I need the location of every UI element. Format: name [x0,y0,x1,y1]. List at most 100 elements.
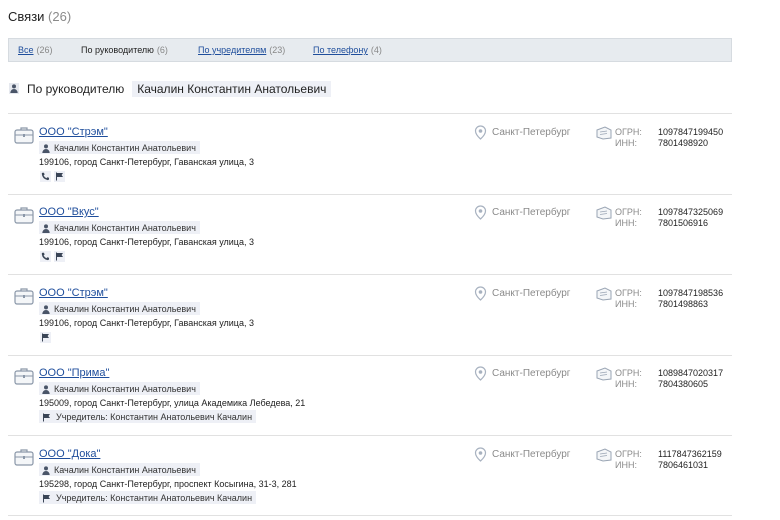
company-name-link[interactable]: ООО "Стрэм" [39,126,108,138]
marker-icons [40,331,51,343]
inn-label: ИНН: [615,218,637,228]
ogrn-label: ОГРН: [615,288,642,298]
phone-icon[interactable] [40,250,51,262]
divider [8,515,732,516]
founder-text: Учредитель: Константин Анатольевич Качал… [56,493,253,503]
registry-labels: ОГРН: ИНН: [615,207,642,229]
briefcase-icon [14,367,34,385]
tab-count: (23) [269,45,286,55]
briefcase-icon [14,448,34,466]
phone-icon[interactable] [40,170,51,182]
filter-value: Качалин Константин Анатольевич [132,80,332,97]
tab-label[interactable]: По руководителю [81,45,154,55]
registry-values: 1097847198536 7801498863 [658,288,723,310]
registry-values: 1089847020317 7804380605 [658,368,723,390]
registry-labels: ОГРН: ИНН: [615,368,642,390]
tab-by-founders[interactable]: По учредителям (23) [198,45,285,55]
director-name: Качалин Константин Анатольевич [54,304,196,314]
director-name: Качалин Константин Анатольевич [54,465,196,475]
page-title: Связи (26) [8,9,71,24]
company-address: 195009, город Санкт-Петербург, улица Ака… [39,398,306,408]
page-title-count: (26) [48,9,72,24]
company-entry: ООО "Стрэм" Качалин Константин Анатольев… [8,114,732,194]
ogrn-value: 1097847199450 [658,127,724,137]
founder-text: Учредитель: Константин Анатольевич Качал… [56,412,253,422]
registry-labels: ОГРН: ИНН: [615,449,642,471]
city-name: Санкт-Петербург [492,127,571,138]
company-entry: ООО "Стрэм" Качалин Константин Анатольев… [8,275,732,355]
city: Санкт-Петербург [474,205,570,220]
director-tag[interactable]: Качалин Константин Анатольевич [39,221,200,234]
location-pin-icon [474,125,487,140]
director-name: Качалин Константин Анатольевич [54,223,196,233]
flag-icon[interactable] [54,170,65,182]
company-entry: ООО "Дока" Качалин Константин Анатольеви… [8,436,732,516]
inn-value: 7804380605 [658,379,709,389]
founder-tag[interactable]: Учредитель: Константин Анатольевич Качал… [39,491,257,504]
ogrn-label: ОГРН: [615,127,642,137]
registry-values: 1117847362159 7806461031 [658,449,722,471]
location-pin-icon [474,366,487,381]
director-tag[interactable]: Качалин Константин Анатольевич [39,463,200,476]
location-pin-icon [474,447,487,462]
flag-icon [43,413,50,421]
company-address: 199106, город Санкт-Петербург, Гаванская… [39,318,254,328]
city: Санкт-Петербург [474,366,570,381]
ogrn-value: 1117847362159 [658,449,722,459]
company-name-link[interactable]: ООО "Стрэм" [39,287,108,299]
company-address: 199106, город Санкт-Петербург, Гаванская… [39,237,254,247]
inn-value: 7801506916 [658,218,709,228]
director-name: Качалин Константин Анатольевич [54,143,196,153]
registry-values: 1097847325069 7801506916 [658,207,723,229]
tab-count: (4) [370,45,382,55]
city-name: Санкт-Петербург [492,207,571,218]
director-tag[interactable]: Качалин Константин Анатольевич [39,302,200,315]
company-entry: ООО "Вкус" Качалин Константин Анатольеви… [8,194,732,274]
tab-label[interactable]: По учредителям [198,45,266,55]
registration-doc-icon [596,448,612,462]
company-address: 195298, город Санкт-Петербург, проспект … [39,479,297,489]
ogrn-value: 1089847020317 [658,368,724,378]
company-name-link[interactable]: ООО "Дока" [39,448,100,460]
flag-icon[interactable] [40,331,51,343]
inn-value: 7806461031 [658,460,709,470]
registration-doc-icon [596,367,612,381]
tab-label[interactable]: Все [18,45,34,55]
person-icon [9,83,19,94]
director-tag[interactable]: Качалин Константин Анатольевич [39,141,200,154]
flag-icon[interactable] [54,250,65,262]
tab-label[interactable]: По телефону [313,45,368,55]
registration-doc-icon [596,287,612,301]
director-tag[interactable]: Качалин Константин Анатольевич [39,382,200,395]
registry-labels: ОГРН: ИНН: [615,288,642,310]
city: Санкт-Петербург [474,286,570,301]
flag-icon [43,494,50,502]
briefcase-icon [14,287,34,305]
company-entry: ООО "Прима" Качалин Константин Анатольев… [8,355,732,435]
registry-labels: ОГРН: ИНН: [615,127,642,149]
ogrn-label: ОГРН: [615,449,642,459]
person-icon [42,223,50,233]
tab-count: (6) [156,45,168,55]
city: Санкт-Петербург [474,447,570,462]
city-name: Санкт-Петербург [492,288,571,299]
inn-label: ИНН: [615,379,637,389]
page-title-text: Связи [8,9,45,24]
person-icon [42,304,50,314]
briefcase-icon [14,206,34,224]
tab-by-director[interactable]: По руководителю (6) [81,45,168,55]
inn-label: ИНН: [615,138,637,148]
tab-all[interactable]: Все (26) [18,45,53,55]
company-address: 199106, город Санкт-Петербург, Гаванская… [39,157,254,167]
tab-by-phone[interactable]: По телефону (4) [313,45,382,55]
location-pin-icon [474,286,487,301]
location-pin-icon [474,205,487,220]
company-name-link[interactable]: ООО "Вкус" [39,206,99,218]
director-name: Качалин Константин Анатольевич [54,384,196,394]
filter-label: По руководителю [27,81,125,96]
person-icon [42,384,50,394]
founder-tag[interactable]: Учредитель: Константин Анатольевич Качал… [39,410,257,423]
inn-value: 7801498920 [658,138,709,148]
company-name-link[interactable]: ООО "Прима" [39,367,109,379]
ogrn-label: ОГРН: [615,368,642,378]
